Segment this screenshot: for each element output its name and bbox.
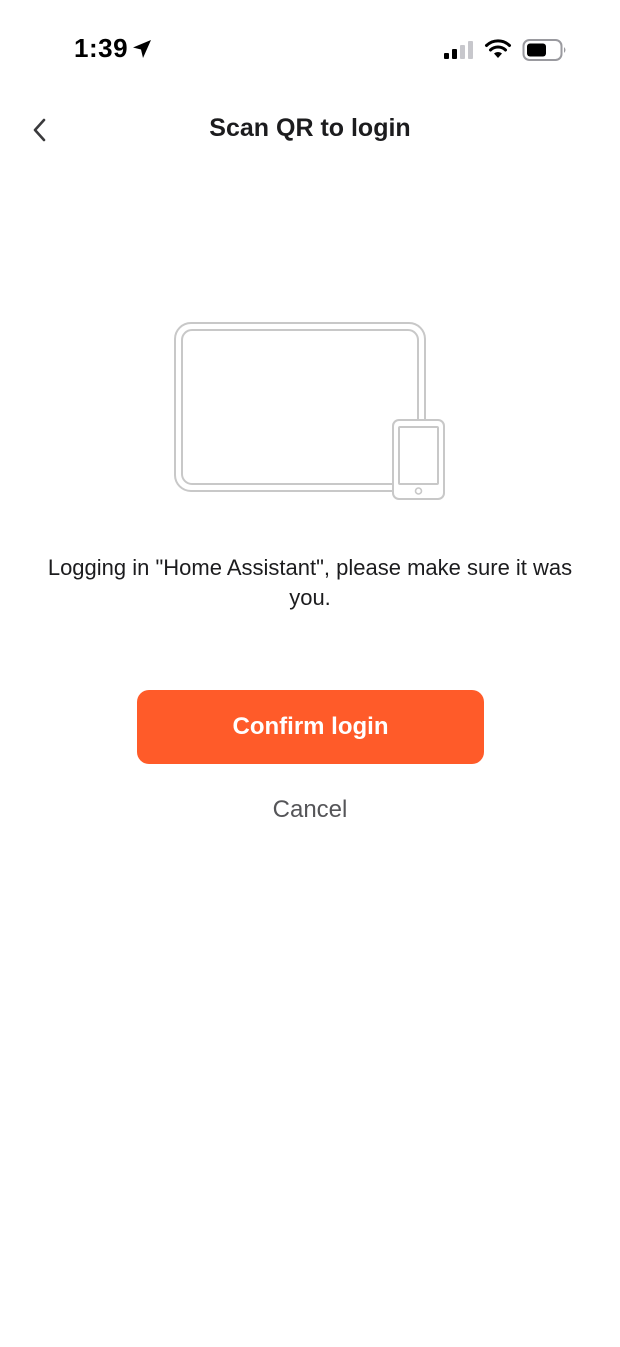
status-time: 1:39 <box>74 33 129 63</box>
nav-bar: Scan QR to login <box>0 100 620 162</box>
tablet-and-phone-icon <box>174 322 445 500</box>
cancel-button[interactable]: Cancel <box>0 796 620 824</box>
battery-icon <box>522 39 566 61</box>
location-arrow-icon <box>133 40 151 58</box>
page-title: Scan QR to login <box>209 114 411 142</box>
cellular-signal-icon <box>444 41 473 59</box>
confirm-login-button[interactable]: Confirm login <box>137 690 484 764</box>
login-confirmation-message: Logging in "Home Assistant", please make… <box>47 555 573 610</box>
wifi-icon <box>485 39 511 58</box>
status-bar: 1:39 <box>0 0 620 100</box>
